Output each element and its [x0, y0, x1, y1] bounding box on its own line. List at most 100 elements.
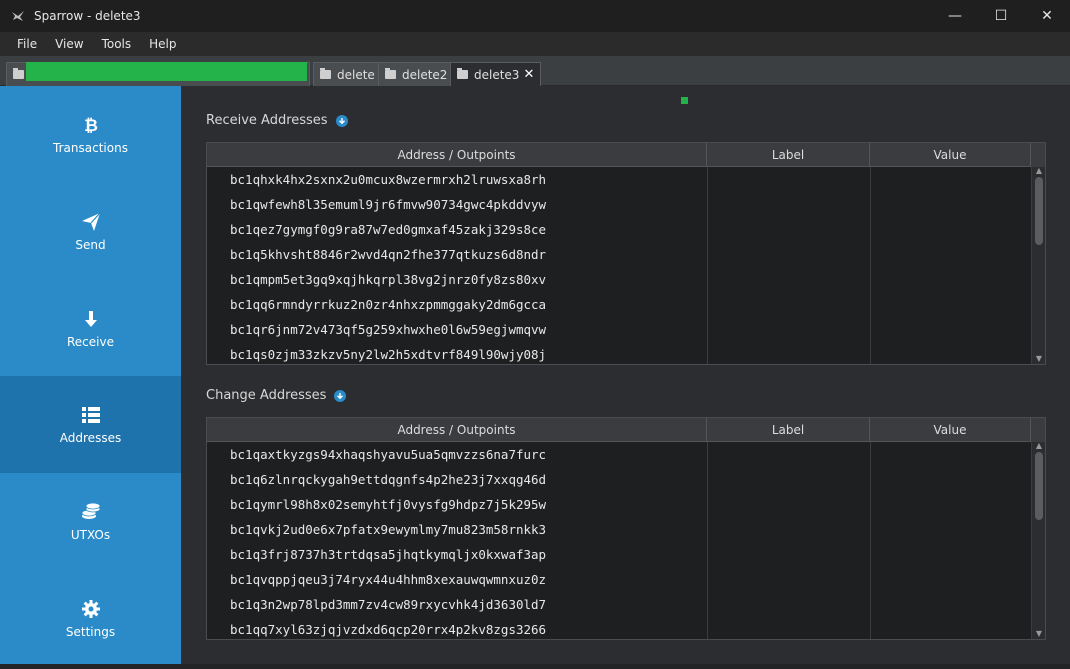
tab-label: delete [337, 67, 375, 82]
menu-view[interactable]: View [46, 37, 92, 51]
close-button[interactable]: ✕ [1024, 0, 1070, 32]
table-row[interactable]: bc1qmpm5et3gq9xqjhkqrpl38vg2jnrz0fy8zs80… [207, 267, 1031, 292]
wallet-tab-bar: delete delete2 delete3 ✕ [0, 56, 1070, 86]
header-corner [1031, 143, 1045, 167]
table-row[interactable]: bc1q6zlnrqckygah9ettdqgnfs4p2he23j7xxqg4… [207, 467, 1031, 492]
address-cell: bc1q3frj8737h3trtdqsa5jhqtkymqljx0kxwaf3… [230, 547, 547, 562]
tab-delete2[interactable]: delete2 [378, 62, 455, 86]
sidebar-item-label: Send [75, 237, 106, 252]
svg-text:₿: ₿ [84, 116, 98, 135]
table-row[interactable]: bc1qymrl98h8x02semyhtfj0vysfg9hdpz7j5k29… [207, 492, 1031, 517]
change-section-title: Change Addresses [206, 388, 347, 403]
receive-section-title: Receive Addresses [206, 113, 348, 128]
address-cell: bc1qr6jnm72v473qf5g259xhwxhe0l6w59egjwmq… [230, 322, 547, 337]
table-row[interactable]: bc1q3n2wp78lpd3mm7zv4cw89rxycvhk4jd3630l… [207, 592, 1031, 617]
section-title-text: Receive Addresses [206, 113, 328, 128]
column-header-label[interactable]: Label [707, 143, 870, 167]
table-row[interactable]: bc1q3frj8737h3trtdqsa5jhqtkymqljx0kxwaf3… [207, 542, 1031, 567]
table-row[interactable]: bc1qvkj2ud0e6x7pfatx9ewymlmy7mu823m58rnk… [207, 517, 1031, 542]
column-header-value[interactable]: Value [870, 418, 1031, 442]
column-header-value[interactable]: Value [870, 143, 1031, 167]
status-bar [0, 664, 1070, 669]
vertical-scrollbar[interactable]: ▲ ▼ [1031, 442, 1045, 639]
table-row[interactable]: bc1qq6rmndyrrkuz2n0zr4nhxzpmmggaky2dm6gc… [207, 292, 1031, 317]
table-body: bc1qaxtkyzgs94xhaqshyavu5ua5qmvzzs6na7fu… [207, 442, 1031, 639]
table-row[interactable]: bc1qr6jnm72v473qf5g259xhwxhe0l6w59egjwmq… [207, 317, 1031, 342]
scroll-up-icon[interactable]: ▲ [1035, 167, 1043, 175]
sparrow-logo-icon [12, 11, 24, 21]
tab-delete[interactable]: delete [313, 62, 382, 86]
address-cell: bc1qq7xyl63zjqjvzdxd6qcp20rrx4p2kv8zgs32… [230, 622, 547, 637]
column-header-label[interactable]: Label [707, 418, 870, 442]
address-cell: bc1qwfewh8l35emuml9jr6fmvw90734gwc4pkddv… [230, 197, 547, 212]
window-title: Sparrow - delete3 [34, 9, 141, 23]
main-content: Receive Addresses Address / Outpoints La… [181, 86, 1070, 664]
scroll-down-icon[interactable]: ▼ [1035, 630, 1043, 638]
address-cell: bc1qvkj2ud0e6x7pfatx9ewymlmy7mu823m58rnk… [230, 522, 547, 537]
menu-file[interactable]: File [8, 37, 46, 51]
title-bar: Sparrow - delete3 — ☐ ✕ [0, 0, 1070, 32]
table-header: Address / Outpoints Label Value [207, 143, 1045, 167]
menu-tools[interactable]: Tools [93, 37, 141, 51]
column-header-address[interactable]: Address / Outpoints [207, 143, 707, 167]
sidebar-item-label: Transactions [53, 140, 128, 155]
wallet-icon [385, 68, 396, 79]
table-row[interactable]: bc1qaxtkyzgs94xhaqshyavu5ua5qmvzzs6na7fu… [207, 442, 1031, 467]
tab-delete3[interactable]: delete3 ✕ [450, 62, 542, 86]
sidebar: ₿ Transactions Send Receive Addresses UT… [0, 86, 181, 664]
address-cell: bc1q3n2wp78lpd3mm7zv4cw89rxycvhk4jd3630l… [230, 597, 547, 612]
tab-close-icon[interactable]: ✕ [523, 67, 534, 82]
wallet-icon [320, 68, 331, 79]
section-title-text: Change Addresses [206, 388, 327, 403]
table-row[interactable]: bc1qs0zjm33zkzv5ny2lw2h5xdtvrf849l90wjy0… [207, 342, 1031, 364]
scroll-thumb[interactable] [1035, 177, 1043, 245]
header-corner [1031, 418, 1045, 442]
list-icon [81, 406, 100, 423]
change-address-table: Address / Outpoints Label Value bc1qaxtk… [206, 417, 1046, 640]
table-row[interactable]: bc1qwfewh8l35emuml9jr6fmvw90734gwc4pkddv… [207, 192, 1031, 217]
sidebar-item-addresses[interactable]: Addresses [0, 376, 181, 473]
table-row[interactable]: bc1qvqppjqeu3j74ryx44u4hhm8xexauwqwmnxuz… [207, 567, 1031, 592]
scroll-thumb[interactable] [1035, 452, 1043, 520]
sidebar-item-send[interactable]: Send [0, 183, 181, 280]
info-icon[interactable] [335, 114, 348, 127]
sidebar-item-transactions[interactable]: ₿ Transactions [0, 86, 181, 183]
column-header-address[interactable]: Address / Outpoints [207, 418, 707, 442]
wallet-icon [13, 68, 24, 79]
sidebar-item-receive[interactable]: Receive [0, 280, 181, 377]
table-row[interactable]: bc1qez7gymgf0g9ra87w7ed0gmxaf45zakj329s8… [207, 217, 1031, 242]
tab-progress-bar [26, 62, 307, 81]
table-row[interactable]: bc1qhxk4hx2sxnx2u0mcux8wzermrxh2lruwsxa8… [207, 167, 1031, 192]
address-cell: bc1qez7gymgf0g9ra87w7ed0gmxaf45zakj329s8… [230, 222, 547, 237]
maximize-button[interactable]: ☐ [978, 0, 1024, 32]
info-icon[interactable] [334, 389, 347, 402]
address-cell: bc1qymrl98h8x02semyhtfj0vysfg9hdpz7j5k29… [230, 497, 547, 512]
sidebar-item-label: UTXOs [70, 527, 111, 542]
vertical-scrollbar[interactable]: ▲ ▼ [1031, 167, 1045, 364]
wallet-icon [457, 68, 468, 79]
menu-help[interactable]: Help [140, 37, 185, 51]
menu-bar: File View Tools Help [0, 32, 1070, 56]
address-cell: bc1qq6rmndyrrkuz2n0zr4nhxzpmmggaky2dm6gc… [230, 297, 547, 312]
tab-label: delete2 [402, 67, 448, 82]
table-body: bc1qhxk4hx2sxnx2u0mcux8wzermrxh2lruwsxa8… [207, 167, 1031, 364]
table-row[interactable]: bc1q5khvsht8846r2wvd4qn2fhe377qtkuzs6d8n… [207, 242, 1031, 267]
address-cell: bc1qs0zjm33zkzv5ny2lw2h5xdtvrf849l90wjy0… [230, 347, 547, 362]
coins-icon [81, 502, 100, 519]
table-row[interactable]: bc1qq7xyl63zjqjvzdxd6qcp20rrx4p2kv8zgs32… [207, 617, 1031, 639]
receive-address-table: Address / Outpoints Label Value bc1qhxk4… [206, 142, 1046, 365]
address-cell: bc1qvqppjqeu3j74ryx44u4hhm8xexauwqwmnxuz… [230, 572, 547, 587]
sidebar-item-settings[interactable]: Settings [0, 570, 181, 667]
minimize-button[interactable]: — [932, 0, 978, 32]
scroll-up-icon[interactable]: ▲ [1035, 442, 1043, 450]
address-cell: bc1qhxk4hx2sxnx2u0mcux8wzermrxh2lruwsxa8… [230, 172, 547, 187]
sidebar-item-utxos[interactable]: UTXOs [0, 473, 181, 570]
scroll-down-icon[interactable]: ▼ [1035, 355, 1043, 363]
window-controls: — ☐ ✕ [932, 0, 1070, 32]
bitcoin-icon: ₿ [84, 116, 98, 135]
arrow-down-icon [84, 310, 97, 327]
table-header: Address / Outpoints Label Value [207, 418, 1045, 442]
address-cell: bc1q5khvsht8846r2wvd4qn2fhe377qtkuzs6d8n… [230, 247, 547, 262]
address-cell: bc1q6zlnrqckygah9ettdqgnfs4p2he23j7xxqg4… [230, 472, 547, 487]
gear-icon [81, 599, 100, 618]
